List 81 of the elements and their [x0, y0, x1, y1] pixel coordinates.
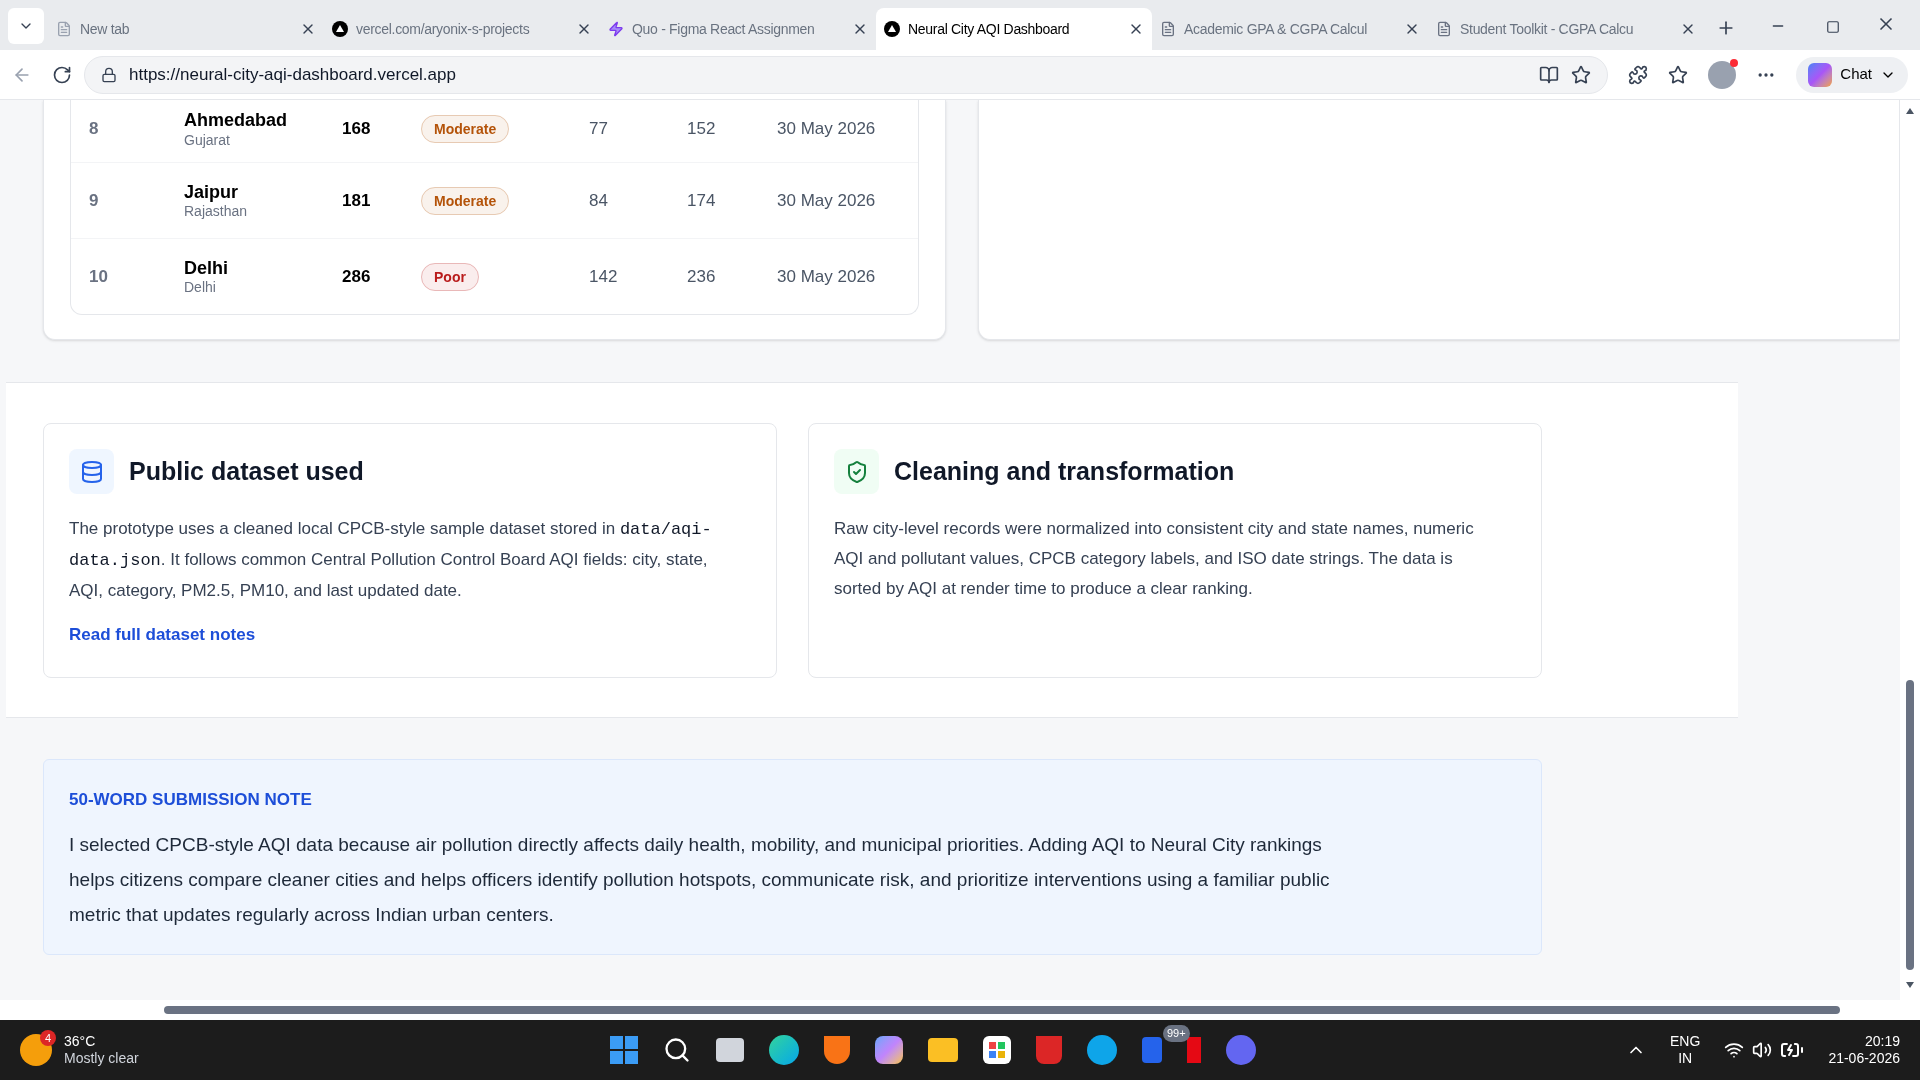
scroll-thumb[interactable]: [1906, 680, 1914, 970]
star-icon[interactable]: [1571, 64, 1592, 85]
store-icon[interactable]: [983, 1036, 1011, 1064]
reload-icon[interactable]: [52, 64, 72, 85]
shield-icon[interactable]: [1036, 1036, 1062, 1064]
state-name: Gujarat: [184, 131, 231, 149]
state-name: Rajasthan: [184, 203, 249, 221]
volume-icon[interactable]: [1752, 1040, 1773, 1060]
browser-tab[interactable]: Quo - Figma React Assignmen: [600, 8, 876, 50]
vertical-scrollbar[interactable]: [1900, 100, 1920, 1020]
lightning-icon: [608, 21, 624, 37]
pm25-cell-text: 77: [589, 118, 609, 141]
note-text: I selected CPCB-style AQI data because air pollution directly affects daily health, mobility, and municipal priorities. Adding AQI to Neural City rankings helps citizens compare cleaner cities and helps officers identify pollution hotspots, communicate risk, and prioritize interventions using a familiar public metric that updates regularly across Indian urban centers.: [69, 832, 1331, 927]
scroll-up-arrow-icon[interactable]: [1906, 108, 1914, 114]
browser-tab[interactable]: Academic GPA & CGPA Calcul: [1152, 8, 1428, 50]
city-name: Ahmedabad: [184, 109, 289, 132]
document-icon: [1160, 21, 1176, 37]
pm25-cell-text: 142: [589, 265, 619, 288]
date-cell-text: 30 May 2026: [777, 189, 876, 212]
browser-tab[interactable]: New tab: [48, 8, 324, 50]
pm10-cell-text: 174: [687, 189, 717, 212]
tab-title: vercel.com/aryonix-s-projects: [356, 19, 531, 39]
date-cell-text: 30 May 2026: [777, 118, 876, 141]
wifi-icon[interactable]: [1724, 1040, 1745, 1060]
mail-badge: 99+: [1163, 1025, 1190, 1042]
triangle-logo-icon: [332, 21, 348, 37]
document-icon: [1436, 21, 1452, 37]
start-icon[interactable]: [610, 1036, 638, 1064]
tab-title: Quo - Figma React Assignmen: [632, 19, 816, 39]
notification-badge: 4: [40, 1030, 56, 1046]
browser-tab[interactable]: vercel.com/aryonix-s-projects: [324, 8, 600, 50]
browser-tab[interactable]: Neural City AQI Dashboard: [876, 8, 1152, 50]
pm10-cell-text: 236: [687, 265, 717, 288]
favorites-icon[interactable]: [1668, 64, 1689, 85]
clock-time[interactable]: 20:19: [1864, 1032, 1900, 1050]
tab-title: Academic GPA & CGPA Calcul: [1184, 19, 1369, 39]
database-icon: [69, 449, 114, 494]
card-description: The prototype uses a cleaned local CPCB-style sample dataset stored in data/aqi-data.json. It follows common Central Pollution Control Board AQI fields: city, state, AQI, category, PM2.5, PM10, and last updated date.: [69, 518, 713, 602]
category-badge: Poor: [421, 262, 479, 291]
language-text[interactable]: ENG: [1670, 1032, 1701, 1050]
reader-icon[interactable]: [1539, 64, 1560, 85]
dataset-notes-link[interactable]: Read full dataset notes: [69, 622, 256, 648]
tab-title: New tab: [80, 19, 131, 39]
city-name: Jaipur: [184, 180, 240, 203]
chat-button[interactable]: Chat: [1796, 56, 1908, 93]
aqi-cell-text: 286: [342, 265, 372, 288]
card-title: Cleaning and transformation: [894, 455, 1235, 487]
triangle-logo-icon: [884, 21, 900, 37]
horizontal-scrollbar[interactable]: [0, 1000, 1900, 1020]
pm25-cell-text: 84: [589, 189, 609, 212]
clock-date[interactable]: 21-06-2026: [1828, 1050, 1900, 1068]
aqi-cell-text: 168: [342, 118, 372, 141]
rank-cell-text: 10: [88, 265, 109, 288]
category-badge: Moderate: [421, 186, 510, 215]
city-name: Delhi: [184, 256, 229, 279]
weather-text: Mostly clear: [64, 1050, 139, 1068]
rank-cell-text: 9: [88, 189, 100, 212]
region-text[interactable]: IN: [1678, 1050, 1693, 1068]
shield-check-icon: [834, 449, 879, 494]
tab-title: Student Toolkit - CGPA Calcu: [1460, 19, 1635, 39]
scroll-down-arrow-icon[interactable]: [1906, 982, 1914, 988]
lock-icon[interactable]: [101, 66, 117, 83]
aqi-cell-text: 181: [342, 189, 372, 212]
rank-cell-text: 8: [88, 118, 100, 141]
state-name: Delhi: [184, 279, 217, 297]
tab-title: Neural City AQI Dashboard: [908, 19, 1071, 39]
profile-avatar[interactable]: [1708, 60, 1737, 89]
temperature: 36°C: [64, 1032, 97, 1050]
date-cell-text: 30 May 2026: [777, 265, 876, 288]
restore-icon[interactable]: [1826, 20, 1840, 34]
category-badge: Moderate: [421, 115, 510, 144]
scroll-thumb[interactable]: [164, 1006, 1840, 1014]
card-title: Public dataset used: [129, 455, 364, 487]
extensions-icon[interactable]: [1628, 64, 1649, 85]
search-icon[interactable]: [663, 1036, 691, 1064]
note-heading: 50-WORD SUBMISSION NOTE: [69, 789, 313, 811]
page-icon: [56, 21, 72, 37]
card-description: Raw city-level records were normalized into consistent city and state names, numeric AQI and pollutant values, CPCB category labels, and ISO date strings. The data is sorted by AQI at render time to produce a clear ranking.: [834, 518, 1475, 600]
address-field[interactable]: https://neural-city-aqi-dashboard.vercel.app: [84, 55, 1609, 94]
pm10-cell-text: 152: [687, 118, 717, 141]
browser-tab[interactable]: Student Toolkit - CGPA Calcu: [1428, 8, 1704, 50]
